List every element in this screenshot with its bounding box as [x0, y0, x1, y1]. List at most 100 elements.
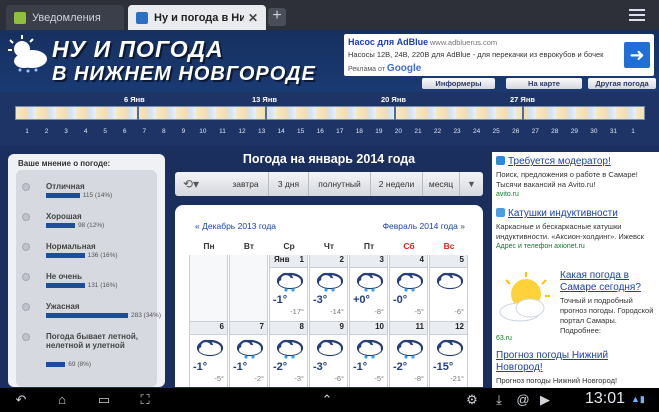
day-number[interactable]: 30 [590, 128, 597, 135]
ad-domain[interactable]: 63.ru [496, 335, 512, 342]
ad-block[interactable]: Катушки индуктивности Каркасные и бескар… [496, 208, 654, 250]
day-number[interactable]: 1 [25, 128, 29, 135]
day-number[interactable]: 15 [297, 128, 304, 135]
tab-notifications[interactable]: Уведомления [6, 5, 124, 30]
week-marker [394, 106, 396, 120]
ad-block[interactable]: Прогноз погоды Нижний Новгород! Прогноз … [496, 350, 654, 386]
ad-heading[interactable]: Прогноз погоды Нижний Новгород! [496, 350, 654, 374]
day-number[interactable]: 7 [142, 128, 146, 135]
ad-heading[interactable]: Катушки индуктивности [496, 208, 654, 220]
day-number[interactable]: 14 [278, 128, 285, 135]
ad-arrow-button[interactable]: ➜ [624, 42, 650, 68]
radio-button[interactable] [22, 183, 30, 191]
site-logo-line1[interactable]: НУ И ПОГОДА [52, 36, 224, 63]
calendar-day-cell[interactable]: 11 -2° -8° [389, 322, 428, 387]
informers-button[interactable]: Информеры [422, 78, 495, 89]
date-strip-bar[interactable] [15, 106, 645, 120]
week-label: 13 Янв [252, 95, 277, 104]
calendar-day-cell[interactable]: 5 -6° [429, 255, 468, 322]
day-number[interactable]: 18 [356, 128, 363, 135]
ad-domain[interactable]: avito.ru [496, 191, 654, 198]
day-number[interactable]: 8 [162, 128, 166, 135]
day-number[interactable]: 26 [512, 128, 519, 135]
ad-block[interactable]: Требуется модератор! Поиск, предложения … [496, 156, 654, 198]
tab-3-days[interactable]: 3 дня [268, 172, 308, 196]
ad-heading-text[interactable]: Требуется модератор! [508, 156, 611, 167]
day-number[interactable]: 3 [64, 128, 68, 135]
menu-icon[interactable] [629, 6, 645, 22]
ad-text: Насосы 12В, 24В, 220В для AdBlue - для п… [348, 50, 604, 59]
calendar-day-cell[interactable]: 7 -1° -2° [229, 322, 268, 387]
new-tab-button[interactable]: + [268, 8, 286, 26]
chevron-down-icon[interactable]: ▼ [459, 172, 483, 196]
calendar-day-cell[interactable]: 2 -3° -14° [309, 255, 348, 322]
tab-weather[interactable]: Ну и погода в Ни… ✕ [128, 5, 266, 30]
day-number[interactable]: 20 [395, 128, 402, 135]
day-number[interactable]: 22 [434, 128, 441, 135]
radio-button[interactable] [22, 243, 30, 251]
calendar-day-cell[interactable]: Янв 1 -1° -17° [269, 255, 308, 322]
day-number[interactable]: 25 [493, 128, 500, 135]
week-label: 27 Янв [510, 95, 535, 104]
day-number[interactable]: 4 [84, 128, 88, 135]
day-number[interactable]: 27 [532, 128, 539, 135]
tab-2-weeks[interactable]: 2 недели [370, 172, 422, 196]
home-icon[interactable]: ⌂ [53, 392, 71, 408]
day-number[interactable]: 24 [473, 128, 480, 135]
radio-button[interactable] [22, 273, 30, 281]
top-ad-banner[interactable]: Насос для AdBlue www.adbluerus.com Насос… [344, 34, 654, 76]
ad-heading-text[interactable]: Катушки индуктивности [508, 208, 618, 219]
calendar-day-cell[interactable]: 10 -1° -5° [349, 322, 388, 387]
site-logo-line2[interactable]: В НИЖНЕМ НОВГОРОДЕ [52, 63, 316, 86]
day-number[interactable]: 21 [414, 128, 421, 135]
calendar-day-cell[interactable]: 9 -3° -6° [309, 322, 348, 387]
day-number[interactable]: 2 [45, 128, 49, 135]
recent-apps-icon[interactable]: ▭ [95, 392, 113, 408]
day-number[interactable]: 6 [123, 128, 127, 135]
calendar-day-cell[interactable]: 6 -1° -5° [189, 322, 228, 387]
calendar-day-cell[interactable]: 4 -0° -5° [389, 255, 428, 322]
tab-daytime[interactable]: полнутный [308, 172, 370, 196]
cloud-snow-icon [235, 337, 265, 359]
up-chevron-icon[interactable]: ⌃ [318, 392, 336, 408]
day-number[interactable]: 19 [375, 128, 382, 135]
radio-button[interactable] [22, 213, 30, 221]
screenshot-icon[interactable]: ⛶ [136, 392, 154, 408]
day-number[interactable]: 31 [610, 128, 617, 135]
day-number[interactable]: 28 [551, 128, 558, 135]
ad-heading[interactable]: Требуется модератор! [496, 156, 654, 168]
ad-block[interactable]: Какая погода в Самаре сегодня? Точный и … [560, 270, 654, 336]
radio-button[interactable] [22, 303, 30, 311]
calendar-day-cell[interactable]: 8 -2° -3° [269, 322, 308, 387]
day-number[interactable]: 5 [103, 128, 107, 135]
day-number[interactable]: 23 [453, 128, 460, 135]
day-number[interactable]: 29 [571, 128, 578, 135]
day-number[interactable]: 1 [631, 128, 635, 135]
close-tab-icon[interactable]: ✕ [248, 11, 258, 25]
day-number[interactable]: 9 [182, 128, 186, 135]
radio-button[interactable] [22, 333, 30, 341]
at-icon: @ [516, 392, 530, 407]
day-number[interactable]: 16 [317, 128, 324, 135]
other-weather-button[interactable]: Другая погода [588, 78, 656, 89]
ad-domain[interactable]: Адрес и телефон axionet.ru [496, 243, 654, 250]
prev-month-link[interactable]: « Декабрь 2013 года [195, 221, 276, 231]
on-map-button[interactable]: На карте [506, 78, 582, 89]
ad-title[interactable]: Насос для AdBlue [348, 37, 428, 47]
calendar-day-cell[interactable]: 12 -15° -21° [429, 322, 468, 387]
ad-heading[interactable]: Какая погода в Самаре сегодня? [560, 270, 654, 294]
tab-tomorrow[interactable]: завтра [223, 172, 268, 196]
next-month-link[interactable]: Февраль 2014 года » [383, 221, 465, 231]
day-number[interactable]: 17 [336, 128, 343, 135]
history-icon[interactable]: ⟲▾ [183, 177, 207, 191]
calendar-day-cell[interactable]: 3 +0° -8° [349, 255, 388, 322]
cloud-icon [315, 337, 345, 359]
back-icon[interactable]: ↶ [12, 392, 30, 408]
day-number[interactable]: 11 [219, 128, 226, 135]
day-number[interactable]: 12 [238, 128, 245, 135]
tab-month[interactable]: месяц [422, 172, 459, 196]
tab-label: Уведомления [32, 11, 101, 24]
day-number[interactable]: 13 [258, 128, 265, 135]
day-number: 6 [219, 322, 224, 331]
day-number[interactable]: 10 [199, 128, 206, 135]
